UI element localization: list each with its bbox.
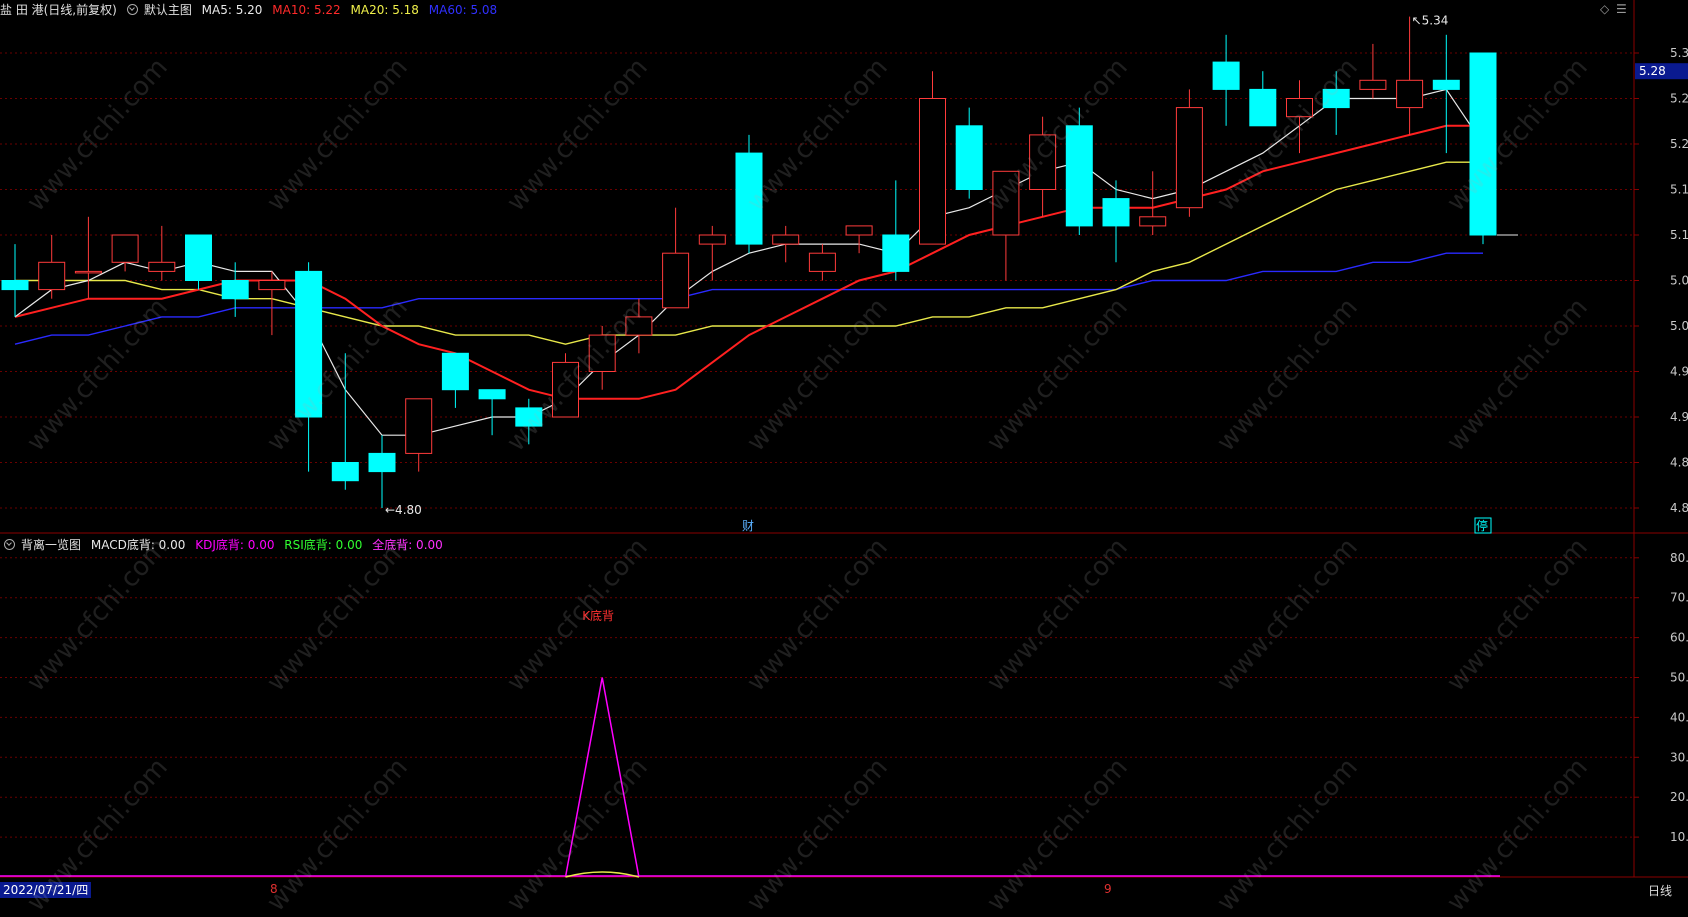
y-tick-label: 4.80 xyxy=(1670,501,1688,515)
sub-chart-header: 背离一览图 MACD底背: 0.00 KDJ底背: 0.00 RSI底背: 0.… xyxy=(0,535,449,555)
candle-body xyxy=(588,334,616,373)
candle-body xyxy=(1212,61,1240,90)
current-date-label: 2022/07/21/四 xyxy=(0,882,92,898)
candle-body xyxy=(1249,88,1277,127)
ma20-label: MA20: 5.18 xyxy=(350,3,419,17)
macd-label: MACD底背: 0.00 xyxy=(90,538,186,552)
main-chart-header: 盐 田 港(日线,前复权) 默认主图 MA5: 5.20 MA10: 5.22 M… xyxy=(0,0,503,20)
sub-y-tick-label: 20.00 xyxy=(1670,790,1688,804)
candle-body xyxy=(478,389,506,400)
collapse-icon[interactable] xyxy=(126,4,138,15)
sub-y-tick-label: 60.00 xyxy=(1670,631,1688,645)
candle-body xyxy=(919,98,946,245)
candle-body xyxy=(1065,125,1093,227)
candle-body xyxy=(698,234,726,245)
y-tick-label: 5.10 xyxy=(1670,228,1688,242)
candle-body xyxy=(1432,79,1460,90)
kdj-label: KDJ底背: 0.00 xyxy=(195,538,275,552)
candle-body xyxy=(808,252,836,272)
high-annotation: ↖5.34 xyxy=(1412,14,1449,28)
candle-body xyxy=(148,261,176,272)
sub-y-tick-label: 30.00 xyxy=(1670,750,1688,764)
candle-body xyxy=(1286,98,1313,118)
candle-body xyxy=(1139,216,1167,227)
template-name[interactable]: 默认主图 xyxy=(144,3,192,17)
candle-body xyxy=(331,462,359,482)
y-tick-label: 5.25 xyxy=(1670,92,1688,106)
y-tick-label: 5.00 xyxy=(1670,319,1688,333)
ma5-label: MA5: 5.20 xyxy=(201,3,263,17)
y-tick-label: 5.05 xyxy=(1670,274,1688,288)
sub-y-tick-label: 10.00 xyxy=(1670,830,1688,844)
candle-body xyxy=(992,170,1020,236)
candle-body xyxy=(625,316,653,336)
month-mark-aug: 8 xyxy=(270,882,278,896)
candle-body xyxy=(1469,52,1497,236)
candle-body xyxy=(1029,134,1057,190)
menu-icon[interactable]: ☰ xyxy=(1616,2,1627,16)
sub-y-tick-label: 50.00 xyxy=(1670,671,1688,685)
candle-body xyxy=(772,234,800,245)
collapse-icon-sub[interactable] xyxy=(4,539,15,550)
candle-body xyxy=(1102,198,1130,227)
candle-body xyxy=(1359,79,1387,90)
y-tick-label: 4.90 xyxy=(1670,410,1688,424)
candle-body xyxy=(1175,107,1203,209)
candle-body xyxy=(405,398,433,454)
candle-body xyxy=(1322,88,1350,109)
indicator-title[interactable]: 背离一览图 xyxy=(21,538,81,552)
month-mark-sep: 9 xyxy=(1104,882,1112,896)
k-divergence-label: K底背 xyxy=(582,608,614,623)
candle-body xyxy=(515,407,543,427)
sub-y-tick-label: 80.00 xyxy=(1670,551,1688,565)
stock-title[interactable]: 盐 田 港(日线,前复权) xyxy=(0,3,117,17)
period-label[interactable]: 日线 xyxy=(1648,882,1672,899)
all-label: 全底背: 0.00 xyxy=(372,538,443,552)
y-tick-label: 5.20 xyxy=(1670,137,1688,151)
y-tick-label: 5.30 xyxy=(1670,46,1688,60)
candle-body xyxy=(1396,79,1424,109)
candle-body xyxy=(882,234,910,272)
candle-body xyxy=(662,252,690,309)
low-annotation: ←4.80 xyxy=(385,503,422,517)
candle-body xyxy=(258,280,286,291)
y-tick-label: 4.85 xyxy=(1670,456,1688,470)
candle-body xyxy=(295,270,323,418)
candle-body xyxy=(221,280,249,300)
candle-body xyxy=(38,261,66,291)
event-label-finance: 财 xyxy=(742,519,754,533)
candle-body xyxy=(735,152,763,245)
ma10-label: MA10: 5.22 xyxy=(272,3,341,17)
candle-body xyxy=(185,234,212,281)
price-tag-text: 5.28 xyxy=(1639,64,1666,78)
y-tick-label: 4.95 xyxy=(1670,365,1688,379)
kdj-signal-line xyxy=(564,677,640,878)
candle-body xyxy=(111,234,139,263)
event-label-halt: 停 xyxy=(1476,518,1488,533)
candle-body xyxy=(955,125,983,191)
candle-body xyxy=(368,452,396,473)
candle-body xyxy=(552,361,579,418)
candle-body xyxy=(845,225,873,236)
rsi-label: RSI底背: 0.00 xyxy=(284,538,363,552)
time-axis-bar xyxy=(0,880,1688,901)
sub-y-tick-label: 40.00 xyxy=(1670,710,1688,724)
diamond-icon[interactable]: ◇ xyxy=(1600,2,1609,16)
sub-y-tick-label: 70.00 xyxy=(1670,591,1688,605)
candle-body xyxy=(1,280,29,291)
candle-body xyxy=(74,270,102,274)
candle-body xyxy=(441,352,469,391)
ma60-label: MA60: 5.08 xyxy=(428,3,498,17)
chart-canvas[interactable]: 5.30 5.25 5.20 5.15 5.10 5.05 5.00 4.95 4.90 4.85… xyxy=(0,0,1688,901)
y-tick-label: 5.15 xyxy=(1670,183,1688,197)
